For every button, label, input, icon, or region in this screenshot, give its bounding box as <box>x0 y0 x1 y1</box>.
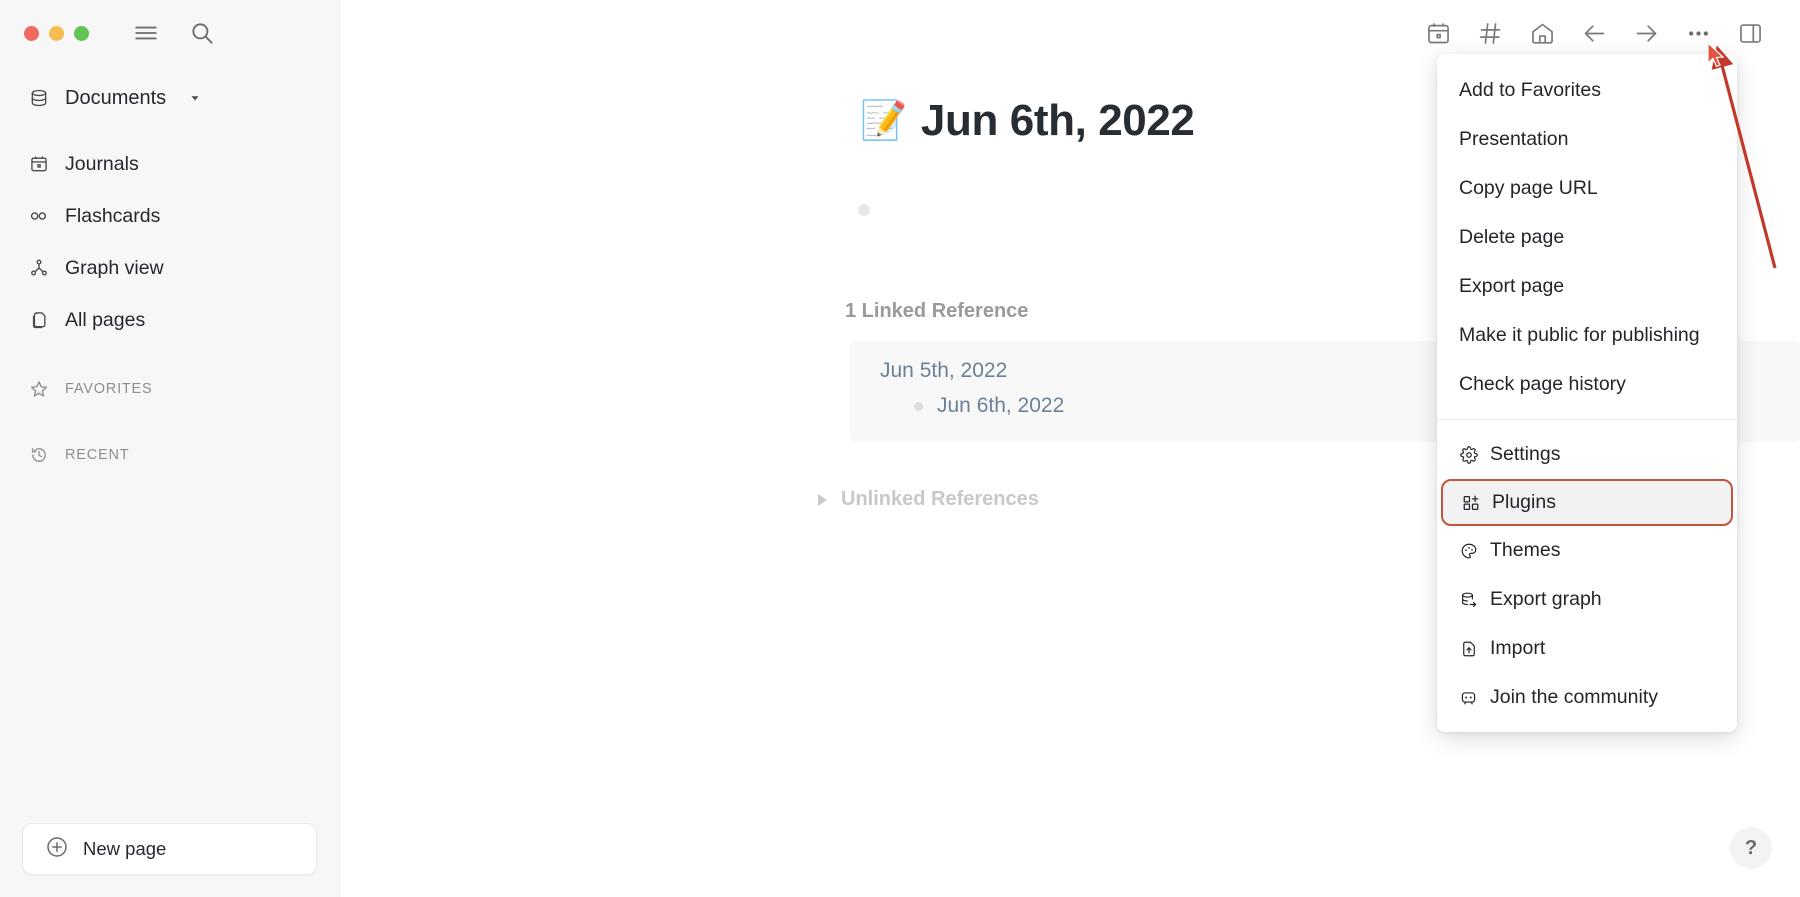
sidebar-item-label: Journals <box>65 152 139 175</box>
sidebar-item-graph-view[interactable]: Graph view <box>0 242 339 294</box>
help-button[interactable]: ? <box>1730 827 1772 869</box>
menu-item-label: Add to Favorites <box>1459 79 1601 101</box>
notepad-icon: 📝 <box>860 100 907 142</box>
arrow-left-icon[interactable] <box>1568 7 1620 59</box>
sidebar-section-label: FAVORITES <box>65 381 153 397</box>
reference-block-link[interactable]: Jun 6th, 2022 <box>937 394 1064 418</box>
menu-item-label: Copy page URL <box>1459 177 1598 199</box>
discord-icon <box>1459 688 1478 707</box>
block-bullet[interactable] <box>914 401 923 411</box>
page-options-dropdown: Add to Favorites Presentation Copy page … <box>1437 54 1737 732</box>
menu-item-check-page-history[interactable]: Check page history <box>1437 360 1737 409</box>
sidebar-item-label: Graph view <box>65 256 164 279</box>
menu-divider <box>1437 419 1737 420</box>
home-icon[interactable] <box>1516 7 1568 59</box>
new-page-button[interactable]: New page <box>22 823 317 875</box>
chevron-right-icon <box>818 493 827 506</box>
menu-item-label: Make it public for publishing <box>1459 324 1700 346</box>
sidebar-top-icons <box>133 20 215 46</box>
menu-item-export-page[interactable]: Export page <box>1437 262 1737 311</box>
database-icon <box>28 88 49 109</box>
search-icon[interactable] <box>189 20 215 46</box>
menu-item-add-to-favorites[interactable]: Add to Favorites <box>1437 66 1737 115</box>
menu-item-settings[interactable]: Settings <box>1437 430 1737 479</box>
infinity-icon <box>28 206 49 227</box>
empty-block-bullet[interactable] <box>858 204 870 216</box>
export-graph-icon <box>1459 590 1478 609</box>
history-icon <box>28 445 49 466</box>
menu-item-export-graph[interactable]: Export graph <box>1437 575 1737 624</box>
menu-item-presentation[interactable]: Presentation <box>1437 115 1737 164</box>
more-icon[interactable] <box>1672 7 1724 59</box>
sidebar-nav: Documents Journals Flashcards Graph view… <box>0 66 339 478</box>
menu-item-make-public[interactable]: Make it public for publishing <box>1437 311 1737 360</box>
close-window-button[interactable] <box>24 25 39 41</box>
menu-item-label: Delete page <box>1459 226 1565 248</box>
menu-item-label: Presentation <box>1459 128 1569 150</box>
sidebar-section-label: RECENT <box>65 447 130 463</box>
menu-item-label: Themes <box>1490 539 1561 561</box>
sidebar-item-label: All pages <box>65 308 146 331</box>
calendar-icon[interactable] <box>1412 7 1464 59</box>
left-sidebar: Documents Journals Flashcards Graph view… <box>0 0 340 897</box>
calendar-icon <box>28 154 49 175</box>
page-title-text[interactable]: Jun 6th, 2022 <box>921 96 1195 146</box>
graph-selector[interactable]: Documents <box>0 72 339 124</box>
sidebar-item-flashcards[interactable]: Flashcards <box>0 190 339 242</box>
star-icon <box>28 379 49 400</box>
sidebar-section-recent[interactable]: RECENT <box>0 432 339 478</box>
sidebar-item-label: Flashcards <box>65 204 161 227</box>
new-page-label: New page <box>83 838 167 859</box>
menu-item-label: Export graph <box>1490 588 1602 610</box>
menu-icon[interactable] <box>133 20 159 46</box>
menu-item-label: Settings <box>1490 443 1561 465</box>
app-window: Documents Journals Flashcards Graph view… <box>0 0 1800 897</box>
gear-icon <box>1459 445 1478 464</box>
arrow-right-icon[interactable] <box>1620 7 1672 59</box>
unlinked-references-label: Unlinked References <box>841 488 1039 510</box>
sidebar-item-journals[interactable]: Journals <box>0 138 339 190</box>
menu-item-label: Join the community <box>1490 686 1658 708</box>
sidebar-item-all-pages[interactable]: All pages <box>0 294 339 346</box>
sidebar-section-favorites[interactable]: FAVORITES <box>0 366 339 412</box>
import-icon <box>1459 639 1478 658</box>
linked-references-heading[interactable]: 1 Linked Reference <box>845 300 1028 323</box>
menu-item-label: Plugins <box>1492 491 1556 513</box>
menu-item-label: Check page history <box>1459 373 1626 395</box>
chevron-down-icon[interactable] <box>188 91 202 105</box>
traffic-lights <box>24 25 89 41</box>
plus-circle-icon <box>45 835 69 864</box>
pages-icon <box>28 310 49 331</box>
palette-icon <box>1459 541 1478 560</box>
menu-item-themes[interactable]: Themes <box>1437 526 1737 575</box>
menu-item-join-the-community[interactable]: Join the community <box>1437 673 1737 722</box>
window-controls-row <box>0 0 339 66</box>
hash-icon[interactable] <box>1464 7 1516 59</box>
page-title: 📝 Jun 6th, 2022 <box>860 96 1195 146</box>
unlinked-references-toggle[interactable]: Unlinked References <box>818 488 1039 511</box>
right-sidebar-icon[interactable] <box>1724 7 1776 59</box>
menu-item-import[interactable]: Import <box>1437 624 1737 673</box>
sidebar-footer: New page <box>0 823 339 897</box>
menu-item-plugins[interactable]: Plugins <box>1441 479 1733 526</box>
menu-item-delete-page[interactable]: Delete page <box>1437 213 1737 262</box>
plugins-icon <box>1461 493 1480 512</box>
menu-item-copy-page-url[interactable]: Copy page URL <box>1437 164 1737 213</box>
minimize-window-button[interactable] <box>49 25 64 41</box>
graph-icon <box>28 258 49 279</box>
graph-selector-label: Documents <box>65 86 167 109</box>
menu-item-label: Export page <box>1459 275 1565 297</box>
maximize-window-button[interactable] <box>74 25 89 41</box>
menu-item-label: Import <box>1490 637 1546 659</box>
